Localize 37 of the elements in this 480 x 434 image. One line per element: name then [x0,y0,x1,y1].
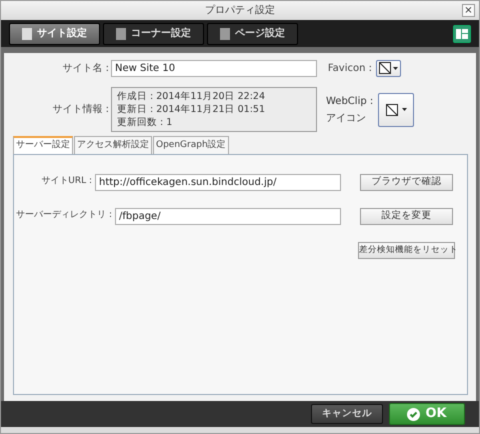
text-field[interactable]: /fbpage/ [115,208,341,224]
close-button[interactable]: × [462,4,475,17]
tab[interactable]: アクセス解析設定 [74,136,152,154]
tab[interactable]: ページ設定 [207,22,298,44]
text-field[interactable]: New Site 10 [111,60,317,76]
reset-button[interactable]: 差分検知機能をリセット [358,242,455,258]
action-button[interactable]: ブラウザで確認 [360,174,453,190]
text-field[interactable]: http://officekagen.sun.bindcloud.jp/ [95,174,341,190]
tab[interactable]: サーバー設定 [13,136,73,154]
tab[interactable]: OpenGraph設定 [153,136,229,154]
page-icon [220,28,230,40]
layout-icon [456,28,468,38]
favicon-button[interactable] [376,60,401,76]
tab[interactable]: サイト設定 [9,22,100,44]
window-title: プロパティ設定 [205,4,275,18]
field-label: WebClip : [326,94,374,108]
check-icon [407,408,420,420]
image-icon [386,104,398,116]
tab[interactable]: コーナー設定 [103,22,204,44]
action-button[interactable]: 設定を変更 [360,208,453,224]
field-label: Favicon : [326,62,372,76]
field-label: サイト名 : [61,62,109,76]
webclip-button[interactable] [378,92,414,126]
cancel-button[interactable]: キャンセル [311,404,383,424]
info-text: 更新日 : 2014年11月21日 01:51 [117,103,266,116]
info-text: 作成日 : 2014年11月20日 22:24 [117,90,266,103]
page-icon [116,28,126,40]
field-label: アイコン [326,112,367,126]
info-text: 更新回数 : 1 [117,116,174,129]
field-label: サーバーディレクトリ : [16,209,112,222]
caret-icon [402,108,406,111]
image-icon [379,62,391,74]
caret-icon [393,66,398,70]
page-icon [22,28,32,40]
layout-button[interactable] [453,24,471,42]
field-label: サイトURL : [40,175,92,188]
field-label: サイト情報 : [51,102,109,117]
